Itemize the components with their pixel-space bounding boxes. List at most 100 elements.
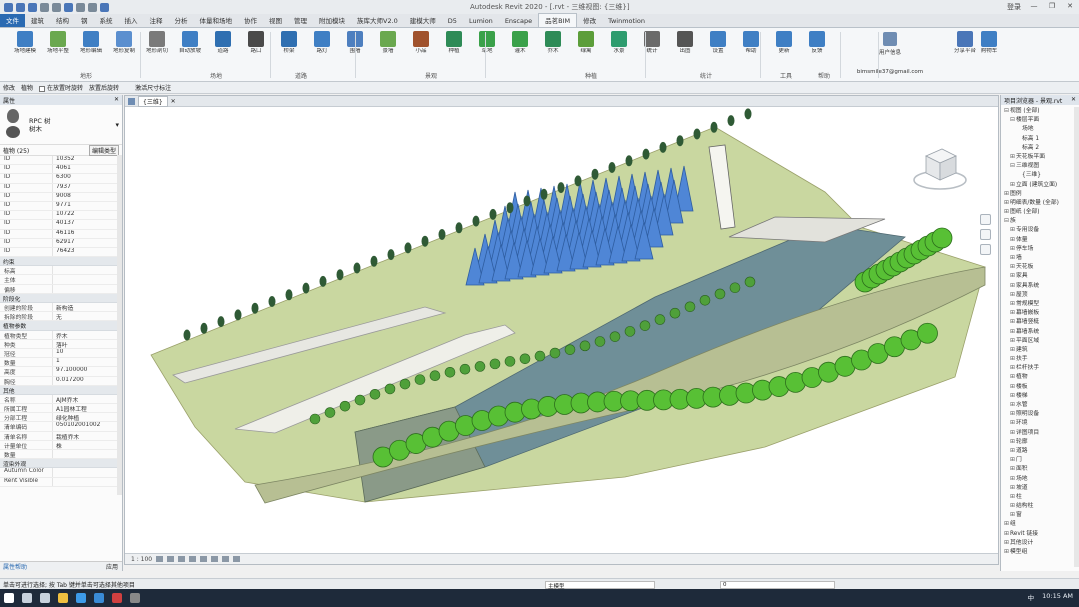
- ribbon-tab[interactable]: 视图: [263, 14, 288, 27]
- property-value[interactable]: [52, 284, 122, 293]
- worksets-field[interactable]: 主模型: [545, 581, 655, 590]
- close-browser-icon[interactable]: ✕: [1071, 96, 1076, 104]
- reveal-icon[interactable]: [233, 556, 241, 562]
- property-value[interactable]: 10: [52, 348, 122, 358]
- property-value[interactable]: 4061: [52, 165, 122, 174]
- browser-tree-item[interactable]: ⊞墙: [1001, 252, 1079, 261]
- property-value[interactable]: 40137: [52, 220, 122, 229]
- browser-tree-item[interactable]: ⊞柱: [1001, 491, 1079, 500]
- browser-tree-item[interactable]: ⊞组: [1001, 518, 1079, 527]
- taskbar-explorer-button[interactable]: [54, 589, 72, 607]
- browser-tree-item[interactable]: ⊞屋顶: [1001, 289, 1079, 298]
- ribbon-tab[interactable]: 建模大师: [404, 14, 442, 27]
- design-options-field[interactable]: 0: [720, 581, 835, 589]
- undo-icon[interactable]: [40, 2, 49, 12]
- property-section-header[interactable]: 其他: [0, 385, 122, 395]
- browser-tree-item[interactable]: ⊞建筑: [1001, 344, 1079, 353]
- taskbar-start-button[interactable]: [0, 589, 18, 607]
- property-value[interactable]: 新构造: [52, 303, 122, 312]
- property-row[interactable]: ID 76423: [0, 247, 122, 258]
- ribbon-tab[interactable]: 修改: [577, 14, 602, 27]
- browser-tree-item[interactable]: ⊟视图 (全部): [1001, 105, 1079, 114]
- property-row[interactable]: 标高: [0, 266, 122, 276]
- 3d-viewport[interactable]: {三维} ✕ 1 : 100: [124, 95, 999, 565]
- cart-button[interactable]: 购物车: [968, 31, 1010, 71]
- browser-tree-item[interactable]: ⊞平面区域: [1001, 335, 1079, 344]
- property-row[interactable]: 计量单位 株: [0, 440, 122, 450]
- hide-icon[interactable]: [222, 556, 230, 562]
- property-row[interactable]: 清单编码 050102001002: [0, 422, 122, 432]
- taskbar-browser-button[interactable]: [72, 589, 90, 607]
- browser-tree-item[interactable]: ⊞植物: [1001, 371, 1079, 380]
- ribbon-tab[interactable]: 结构: [50, 14, 75, 27]
- browser-tree-item[interactable]: {三维}: [1001, 169, 1079, 178]
- property-row[interactable]: 拆除的阶段 无: [0, 312, 122, 322]
- browser-tree-item[interactable]: ⊞扶手: [1001, 353, 1079, 362]
- ribbon-tab[interactable]: D5: [442, 16, 463, 27]
- browser-tree-item[interactable]: ⊞常规模型: [1001, 298, 1079, 307]
- save-icon[interactable]: [28, 2, 37, 12]
- property-row[interactable]: ID 4061: [0, 165, 122, 175]
- property-value[interactable]: 9771: [52, 201, 122, 211]
- browser-tree-item[interactable]: ⊞详图项目: [1001, 427, 1079, 436]
- browser-tree-item[interactable]: ⊟三维视图: [1001, 160, 1079, 169]
- browser-tree-item[interactable]: ⊞专用设备: [1001, 224, 1079, 233]
- property-value[interactable]: [52, 266, 122, 275]
- print-icon[interactable]: [64, 2, 73, 12]
- browser-tree-item[interactable]: ⊞家具系统: [1001, 280, 1079, 289]
- browser-tree-item[interactable]: ⊞结构柱: [1001, 500, 1079, 509]
- property-value[interactable]: 落叶: [52, 339, 122, 348]
- user-sign-in[interactable]: 登录: [1007, 2, 1021, 12]
- taskbar-app2-button[interactable]: [126, 589, 144, 607]
- property-row[interactable]: ID 62917: [0, 238, 122, 248]
- rotate-checkbox[interactable]: [39, 85, 46, 92]
- user-icon[interactable]: [883, 32, 897, 46]
- ribbon-tab[interactable]: 注释: [144, 14, 169, 27]
- ime-indicator[interactable]: 中: [1028, 592, 1035, 602]
- browser-tree-item[interactable]: ⊞体量: [1001, 234, 1079, 243]
- visual-style-icon[interactable]: [167, 556, 175, 562]
- ribbon-tab[interactable]: 建筑: [25, 14, 50, 27]
- close-palette-icon[interactable]: ✕: [114, 96, 119, 104]
- property-value[interactable]: 9008: [52, 192, 122, 201]
- properties-scrollbar[interactable]: [117, 155, 122, 495]
- ribbon-tab[interactable]: 系统: [94, 14, 119, 27]
- browser-tree-item[interactable]: ⊞水管: [1001, 399, 1079, 408]
- browser-tree-item[interactable]: ⊞图例: [1001, 188, 1079, 197]
- orbit-icon[interactable]: [980, 244, 991, 255]
- browser-tree-item[interactable]: ⊞轮廓: [1001, 436, 1079, 445]
- property-value[interactable]: 株: [52, 440, 122, 449]
- property-row[interactable]: ID 9771: [0, 201, 122, 212]
- property-value[interactable]: 无: [52, 312, 122, 321]
- property-section-header[interactable]: 约束: [0, 257, 122, 267]
- property-row[interactable]: 偏移: [0, 284, 122, 294]
- property-value[interactable]: 6300: [52, 174, 122, 183]
- property-row[interactable]: 冠径 10: [0, 348, 122, 359]
- app-menu-icon[interactable]: [4, 2, 13, 12]
- browser-tree-item[interactable]: ⊞环境: [1001, 417, 1079, 426]
- property-row[interactable]: 清单名称 栽植乔木: [0, 431, 122, 441]
- close-view-icon[interactable]: ✕: [171, 98, 176, 105]
- sun-path-icon[interactable]: [178, 556, 186, 562]
- property-row[interactable]: Autumn Color: [0, 468, 122, 478]
- browser-tree-item[interactable]: 标高 1: [1001, 133, 1079, 142]
- browser-tree-item[interactable]: ⊞道路: [1001, 445, 1079, 454]
- browser-tree-item[interactable]: ⊞栏杆扶手: [1001, 362, 1079, 371]
- browser-tree-item[interactable]: ⊞场地: [1001, 473, 1079, 482]
- property-value[interactable]: 乔木: [52, 330, 122, 339]
- browser-scrollbar[interactable]: [1074, 107, 1079, 567]
- property-row[interactable]: 创建的阶段 新构造: [0, 303, 122, 313]
- rotate-after-option[interactable]: 放置后旋转: [89, 83, 119, 92]
- maximize-button[interactable]: ❐: [1047, 2, 1057, 12]
- properties-help-link[interactable]: 属性帮助: [3, 562, 27, 571]
- property-row[interactable]: 数量 1: [0, 358, 122, 368]
- browser-tree-item[interactable]: 标高 2: [1001, 142, 1079, 151]
- ribbon-tab[interactable]: Enscape: [499, 16, 538, 27]
- zoom-icon[interactable]: [980, 229, 991, 240]
- property-row[interactable]: 种类 落叶: [0, 339, 122, 349]
- property-row[interactable]: ID 7937: [0, 183, 122, 193]
- property-value[interactable]: 46116: [52, 229, 122, 238]
- browser-tree-item[interactable]: ⊞其他设计: [1001, 537, 1079, 546]
- property-value[interactable]: 62917: [52, 238, 122, 247]
- browser-tree-item[interactable]: ⊞模型组: [1001, 546, 1079, 555]
